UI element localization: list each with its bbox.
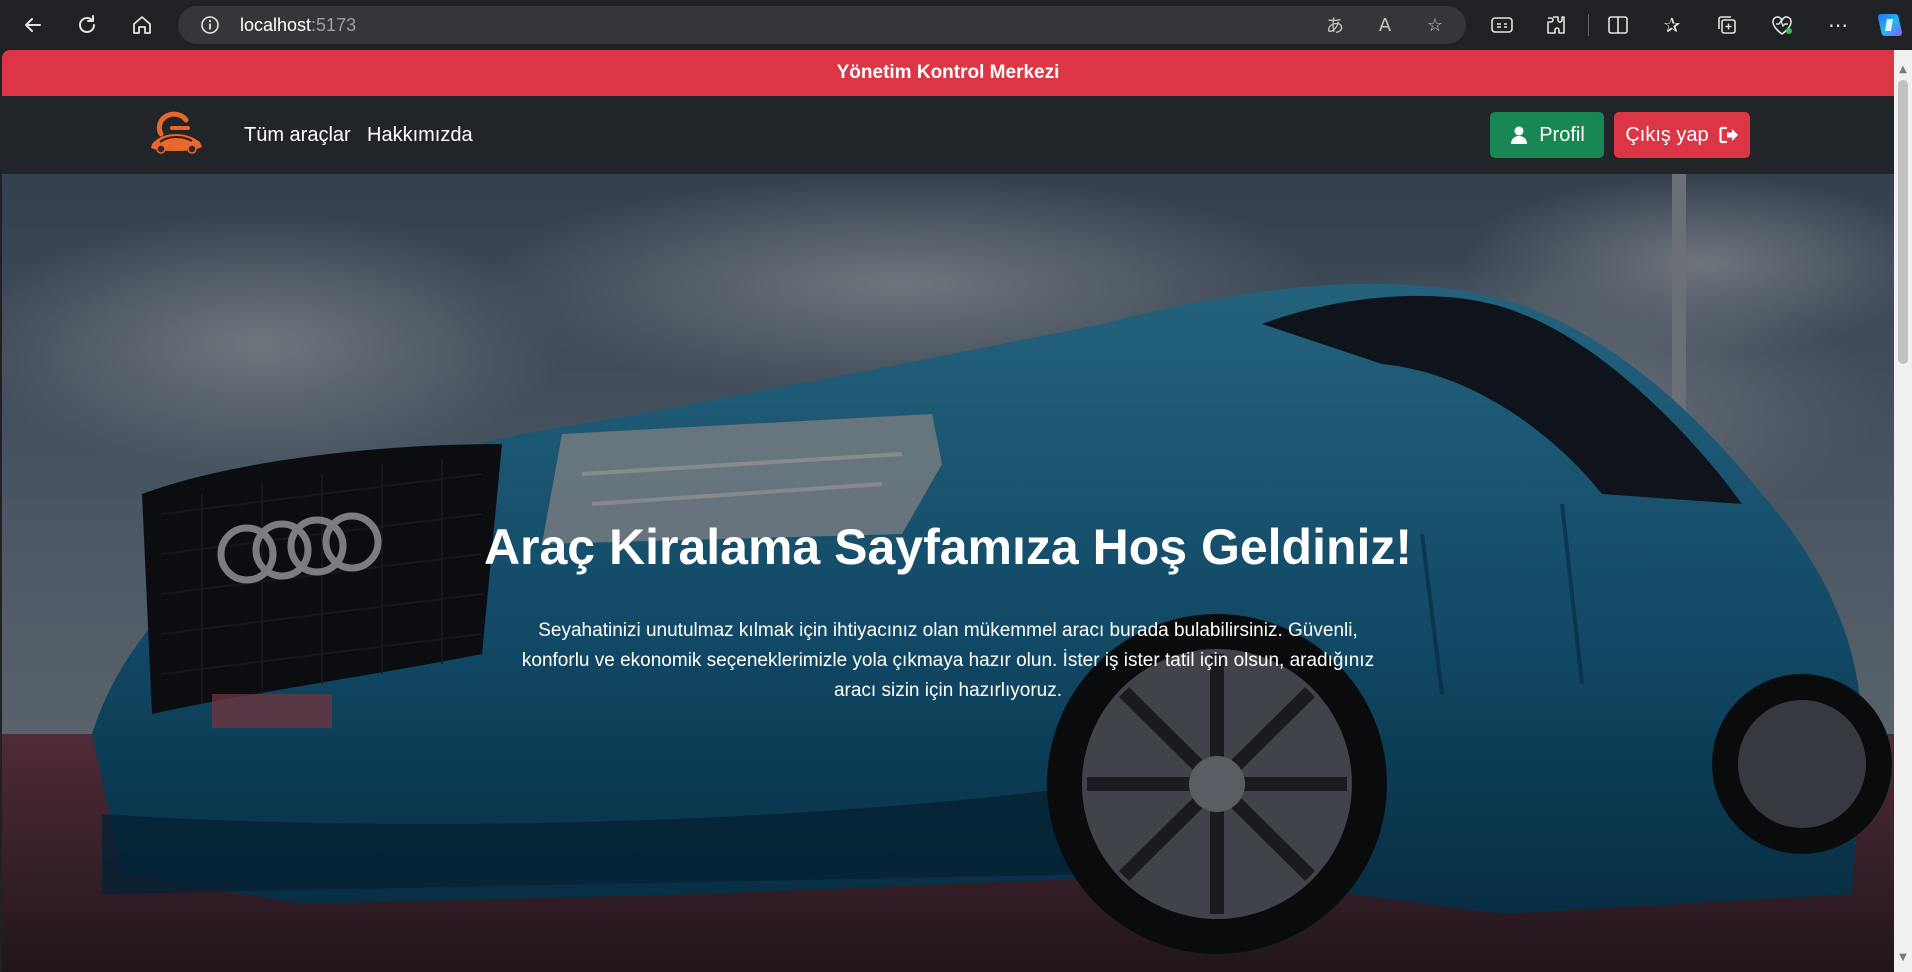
site-logo[interactable] — [146, 106, 208, 162]
profile-button[interactable]: Profil — [1490, 112, 1604, 158]
hero-section: Araç Kiralama Sayfamıza Hoş Geldiniz! Se… — [2, 174, 1894, 972]
copilot-icon[interactable] — [1870, 6, 1910, 44]
favorites-icon[interactable]: ✰ — [1652, 6, 1692, 44]
scroll-up-arrow-icon[interactable]: ▲ — [1898, 64, 1908, 75]
translate-icon[interactable]: あ — [1316, 6, 1354, 44]
favorite-star-icon[interactable]: ☆ — [1416, 6, 1454, 44]
scrollbar-thumb[interactable] — [1898, 80, 1908, 364]
site-info-icon[interactable] — [198, 13, 222, 37]
url-text: localhost:5173 — [240, 15, 356, 36]
logout-button[interactable]: Çıkış yap — [1614, 112, 1750, 158]
back-icon[interactable] — [14, 6, 52, 44]
logout-button-label: Çıkış yap — [1625, 123, 1709, 146]
admin-banner-title: Yönetim Kontrol Merkezi — [836, 62, 1060, 83]
sign-out-icon — [1719, 126, 1738, 144]
read-aloud-icon[interactable]: A — [1366, 6, 1404, 44]
extensions-icon[interactable] — [1536, 6, 1576, 44]
page-viewport: Yönetim Kontrol Merkezi Tüm araçlar Hakk… — [2, 50, 1894, 972]
split-screen-icon[interactable] — [1598, 6, 1638, 44]
immersive-reader-icon[interactable] — [1482, 6, 1522, 44]
nav-link-about[interactable]: Hakkımızda — [367, 124, 473, 147]
more-icon[interactable]: ⋯ — [1818, 6, 1858, 44]
browser-toolbar: localhost:5173 あ A ☆ ✰ ⋯ — [0, 0, 1912, 50]
address-bar[interactable]: localhost:5173 — [178, 6, 1466, 44]
user-icon — [1511, 126, 1528, 144]
scroll-down-arrow-icon[interactable]: ▼ — [1898, 952, 1908, 963]
nav-link-all-cars[interactable]: Tüm araçlar — [244, 124, 351, 147]
admin-banner: Yönetim Kontrol Merkezi — [2, 50, 1894, 96]
hero-description: Seyahatinizi unutulmaz kılmak için ihtiy… — [521, 620, 1375, 701]
navbar: Tüm araçlar Hakkımızda Profil Çıkış yap — [2, 96, 1894, 174]
toolbar-separator — [1588, 14, 1589, 36]
url-port: :5173 — [311, 14, 357, 35]
profile-button-label: Profil — [1539, 123, 1585, 146]
page-scrollbar[interactable]: ▲ ▼ — [1894, 50, 1912, 972]
url-host: localhost — [240, 14, 312, 35]
browser-essentials-icon[interactable] — [1762, 6, 1802, 44]
home-icon[interactable] — [123, 6, 161, 44]
reload-icon[interactable] — [68, 6, 106, 44]
hero-title: Araç Kiralama Sayfamıza Hoş Geldiniz! — [483, 519, 1413, 575]
collections-icon[interactable] — [1707, 6, 1747, 44]
